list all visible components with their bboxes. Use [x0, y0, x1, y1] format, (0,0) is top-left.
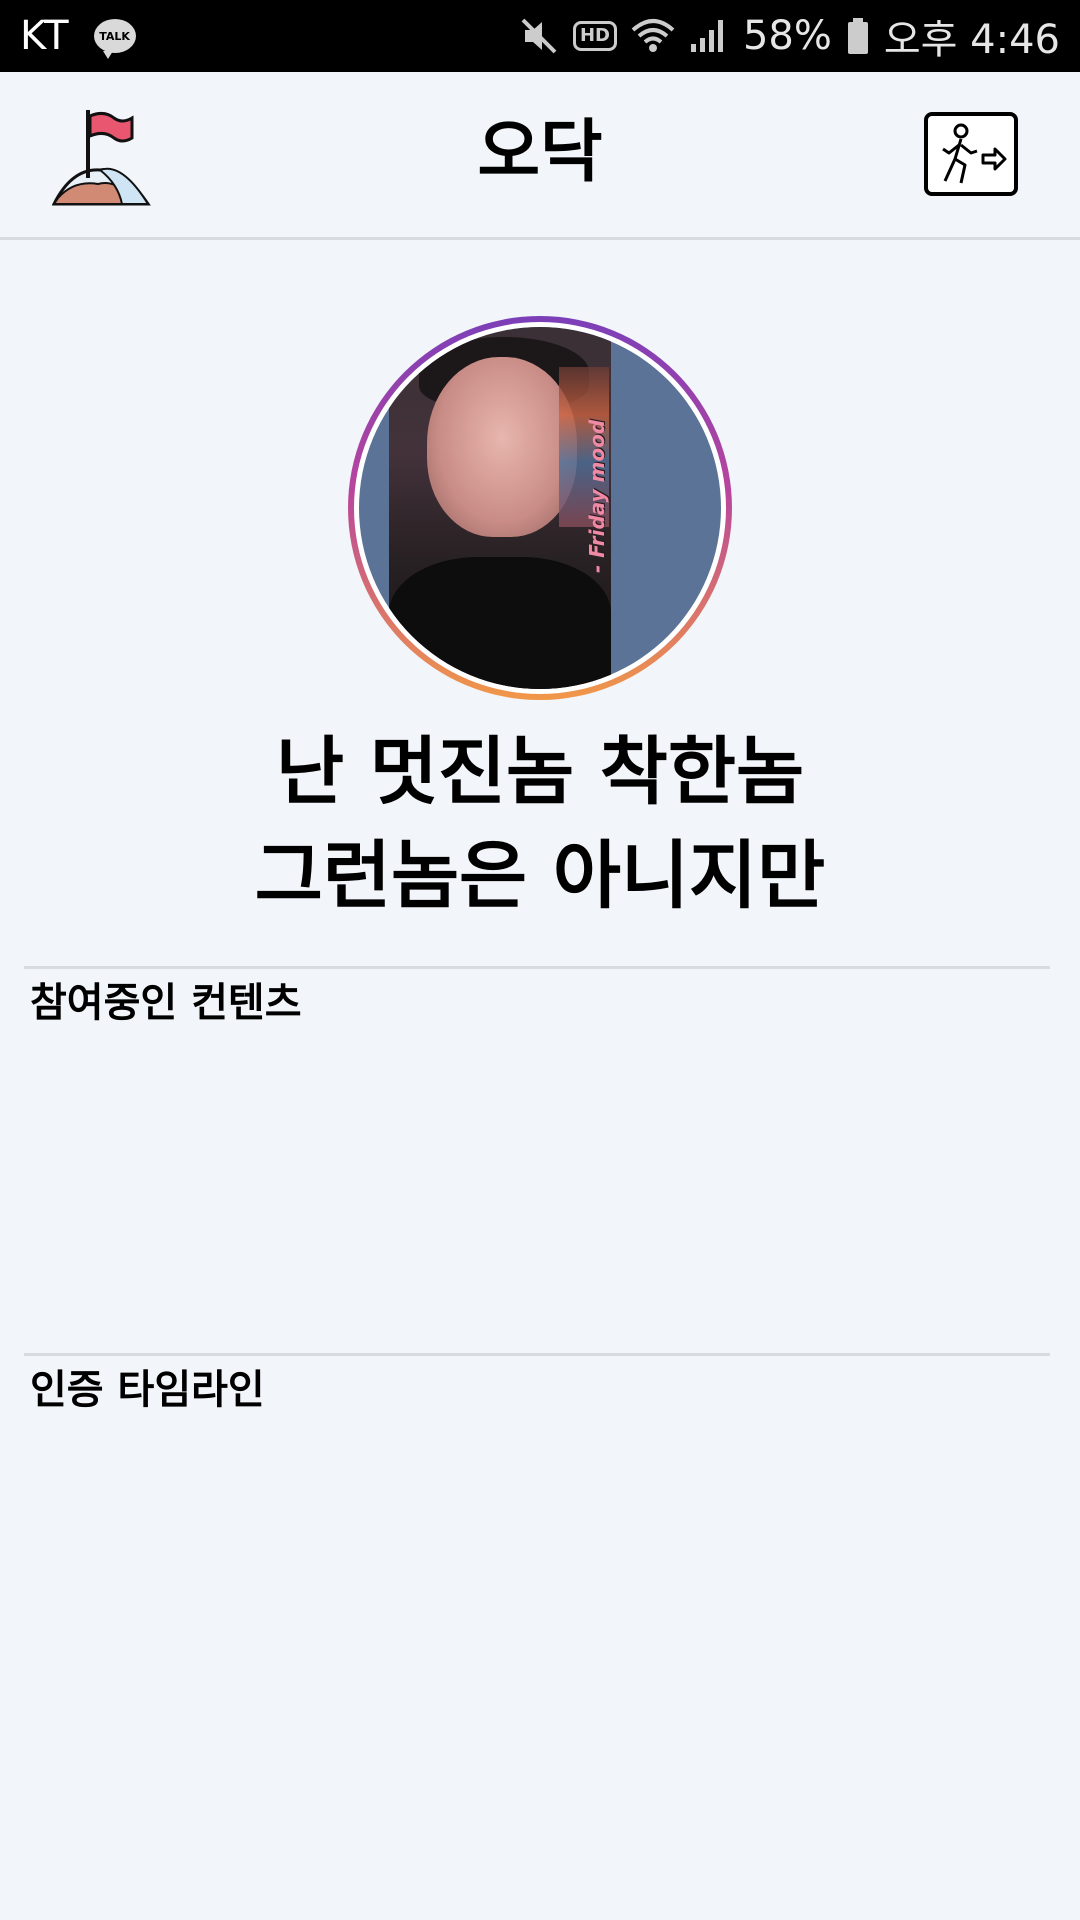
verification-timeline-section: 인증 타임라인 [24, 1353, 1050, 1753]
profile-avatar[interactable]: - Friday mood [359, 327, 721, 689]
profile-status-message: 난 멋진놈 착한놈 그런놈은 아니지만 [0, 720, 1080, 928]
battery-percent: 58% [742, 13, 832, 59]
participating-contents-section: 참여중인 컨텐츠 [24, 966, 1050, 1351]
status-line-1: 난 멋진놈 착한놈 [275, 729, 805, 815]
status-left: KT TALK [20, 13, 136, 59]
wifi-icon [631, 16, 675, 56]
hd-icon: HD [572, 21, 617, 51]
exit-person-icon [942, 123, 1007, 184]
profile-avatar-ring: - Friday mood [348, 316, 732, 700]
app-title: 오닥 [477, 113, 603, 192]
battery-icon [846, 16, 870, 56]
talk-icon: TALK [93, 19, 136, 59]
profile-photo: - Friday mood [389, 327, 611, 689]
clock: 오후 4:46 [883, 17, 1060, 63]
photo-caption: - Friday mood [585, 419, 609, 573]
exit-button[interactable] [924, 112, 1018, 196]
app-header: 오닥 [0, 72, 1080, 240]
status-bar: KT TALK HD 58% 오후 4:46 [0, 0, 1080, 72]
status-line-2: 그런놈은 아니지만 [254, 833, 826, 919]
participating-contents-title: 참여중인 컨텐츠 [30, 980, 302, 1026]
carrier-label: KT [20, 13, 70, 59]
signal-icon [689, 16, 729, 56]
status-right: HD 58% 오후 4:46 [519, 7, 1060, 65]
verification-timeline-title: 인증 타임라인 [30, 1367, 265, 1413]
mute-icon [519, 16, 559, 56]
